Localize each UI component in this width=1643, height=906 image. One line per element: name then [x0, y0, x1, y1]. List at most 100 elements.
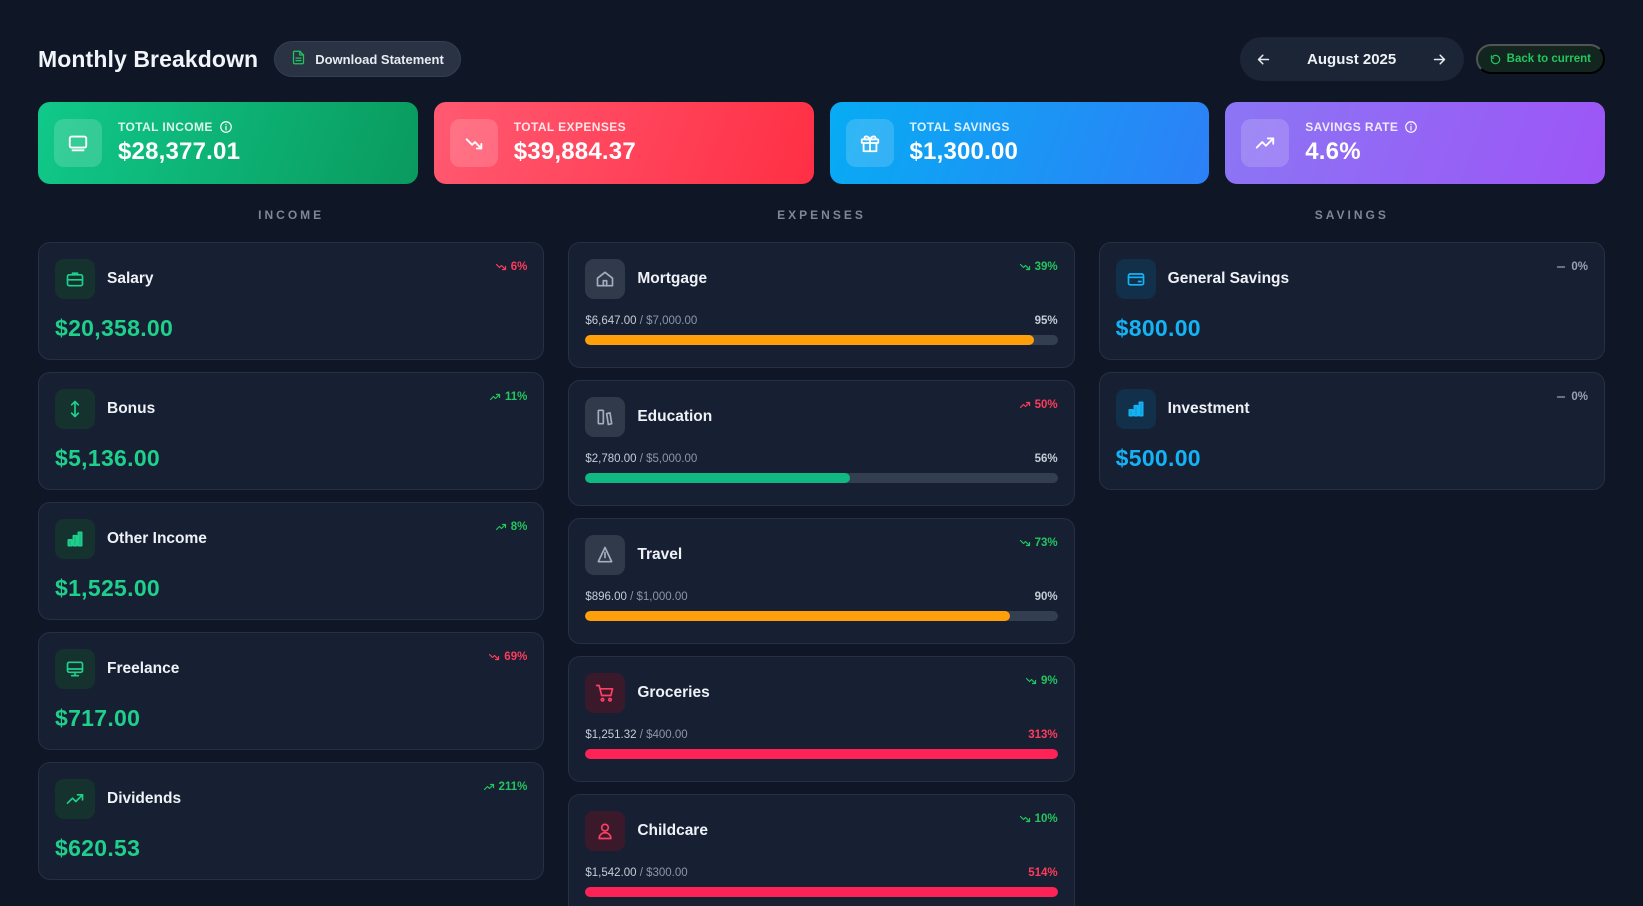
expense-item-mortgage[interactable]: Mortgage 39% $6,647.00 / $7,000.00 95%	[568, 242, 1075, 368]
expense-item-childcare[interactable]: Childcare 10% $1,542.00 / $300.00 514%	[568, 794, 1075, 906]
books-icon	[585, 397, 626, 437]
trend-value: 8%	[510, 521, 528, 533]
wallet-icon	[1115, 259, 1156, 299]
total-income-label: TOTAL INCOME	[118, 120, 213, 134]
item-name: Groceries	[637, 684, 710, 701]
savings-rate-label: SAVINGS RATE	[1305, 120, 1399, 134]
spent-amount: $1,542.00	[585, 867, 637, 879]
user-icon	[585, 811, 626, 851]
trend-badge: 50%	[1019, 399, 1058, 411]
budget-percent: 95%	[1034, 315, 1058, 327]
budget-percent: 514%	[1028, 867, 1058, 879]
briefcase-icon	[55, 259, 95, 299]
budget-amount: $1,000.00	[636, 591, 688, 603]
trend-badge: 0%	[1555, 391, 1588, 403]
spent-vs-budget: $1,542.00 / $300.00	[585, 867, 688, 879]
spent-vs-budget: $1,251.32 / $400.00	[585, 729, 688, 741]
document-icon	[291, 50, 306, 68]
expenses-column-title: EXPENSES	[777, 208, 866, 222]
trending-down-icon	[449, 119, 498, 167]
item-name: Salary	[107, 270, 154, 287]
expense-item-education[interactable]: Education 50% $2,780.00 / $5,000.00 56%	[568, 380, 1075, 506]
item-name: Childcare	[637, 822, 708, 839]
item-amount: $800.00	[1115, 315, 1201, 341]
budget-amount: $300.00	[646, 867, 688, 879]
expenses-list: Mortgage 39% $6,647.00 / $7,000.00 95% Educa…	[568, 242, 1075, 906]
header: Monthly Breakdown Download Statement Aug…	[38, 37, 1605, 81]
current-month-label: August 2025	[1307, 50, 1397, 68]
budget-progress-fill	[585, 335, 1035, 345]
arrow-left-icon	[1257, 53, 1270, 65]
savings-rate-value: 4.6%	[1305, 138, 1361, 165]
trend-value: 10%	[1034, 813, 1058, 825]
trending-down-icon	[1019, 813, 1031, 825]
refresh-icon	[1490, 54, 1500, 64]
info-icon[interactable]	[1404, 120, 1418, 134]
breakdown-columns: INCOME Salary 6% $20,358.00 Bonus 11% $5,136.…	[38, 208, 1605, 906]
trending-up-icon	[495, 521, 507, 533]
budget-percent: 56%	[1034, 453, 1058, 465]
trend-badge: 10%	[1019, 813, 1058, 825]
item-name: Education	[637, 408, 713, 425]
minus-icon	[1555, 261, 1567, 273]
gift-icon	[845, 119, 894, 167]
item-name: Bonus	[107, 400, 156, 417]
expense-item-groceries[interactable]: Groceries 9% $1,251.32 / $400.00 313%	[568, 656, 1075, 782]
income-item-freelance[interactable]: Freelance 69% $717.00	[38, 632, 545, 750]
next-month-button[interactable]	[1430, 49, 1450, 69]
budget-amount: $400.00	[646, 729, 688, 741]
month-navigator: August 2025	[1239, 37, 1464, 81]
income-column: INCOME Salary 6% $20,358.00 Bonus 11% $5,136.…	[38, 208, 545, 906]
minus-icon	[1555, 391, 1567, 403]
trend-value: 69%	[504, 651, 528, 663]
savings-column: SAVINGS General Savings 0% $800.00 Investme…	[1098, 208, 1605, 906]
savings-item-general-savings[interactable]: General Savings 0% $800.00	[1098, 242, 1605, 360]
download-statement-button[interactable]: Download Statement	[274, 41, 461, 77]
arrow-right-icon	[1433, 53, 1446, 65]
trending-down-icon	[1025, 675, 1037, 687]
trend-value: 6%	[510, 261, 528, 273]
spent-amount: $2,780.00	[585, 453, 637, 465]
budget-progress-bar	[585, 335, 1058, 345]
trending-up-icon	[483, 781, 495, 793]
trend-value: 211%	[498, 781, 528, 793]
trend-value: 73%	[1034, 537, 1058, 549]
monthly-breakdown-page: Monthly Breakdown Download Statement Aug…	[0, 0, 1643, 906]
total-expenses-value: $39,884.37	[513, 138, 636, 165]
trending-down-icon	[495, 261, 507, 273]
savings-column-title: SAVINGS	[1314, 208, 1389, 222]
item-name: Other Income	[107, 530, 207, 547]
item-name: General Savings	[1167, 270, 1290, 287]
total-income-value: $28,377.01	[118, 138, 241, 165]
trend-value: 39%	[1034, 261, 1058, 273]
previous-month-button[interactable]	[1254, 49, 1274, 69]
monitor-icon	[55, 649, 95, 689]
income-item-salary[interactable]: Salary 6% $20,358.00	[38, 242, 545, 360]
trend-badge: 69%	[488, 651, 527, 663]
spent-vs-budget: $2,780.00 / $5,000.00	[585, 453, 698, 465]
item-amount: $20,358.00	[55, 315, 174, 341]
budget-progress-fill	[585, 887, 1058, 897]
back-to-current-button[interactable]: Back to current	[1475, 44, 1605, 74]
header-left: Monthly Breakdown Download Statement	[38, 41, 461, 77]
income-item-other-income[interactable]: Other Income 8% $1,525.00	[38, 502, 545, 620]
item-amount: $1,525.00	[55, 575, 161, 601]
budget-amount: $5,000.00	[646, 453, 698, 465]
download-statement-label: Download Statement	[315, 51, 444, 67]
trending-down-icon	[488, 651, 500, 663]
savings-item-investment[interactable]: Investment 0% $500.00	[1098, 372, 1605, 490]
total-savings-label: TOTAL SAVINGS	[909, 120, 1010, 134]
item-name: Investment	[1167, 400, 1250, 417]
expense-item-travel[interactable]: Travel 73% $896.00 / $1,000.00 90%	[568, 518, 1075, 644]
header-right: August 2025 Back to current	[1239, 37, 1605, 81]
trend-badge: 9%	[1025, 675, 1058, 687]
trend-value: 50%	[1034, 399, 1058, 411]
budget-amount: $7,000.00	[646, 315, 698, 327]
arrows-vertical-icon	[55, 389, 95, 429]
trending-up-icon	[1241, 119, 1290, 167]
income-item-bonus[interactable]: Bonus 11% $5,136.00	[38, 372, 545, 490]
info-icon[interactable]	[219, 120, 233, 134]
page-title: Monthly Breakdown	[38, 45, 259, 72]
income-item-dividends[interactable]: Dividends 211% $620.53	[38, 762, 545, 880]
budget-progress-bar	[585, 887, 1058, 897]
